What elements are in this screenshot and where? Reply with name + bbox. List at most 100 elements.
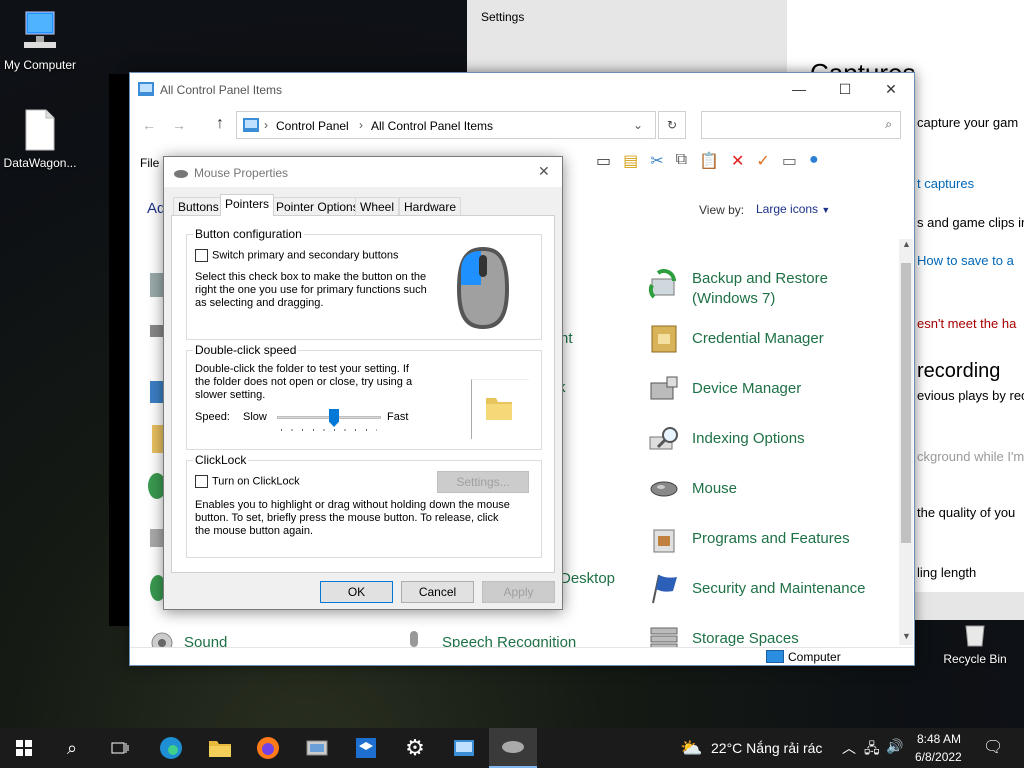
tab-pointer-options[interactable]: Pointer Options	[271, 197, 364, 216]
cp-item-desktop-partial[interactable]: Desktop	[560, 569, 615, 589]
clock-date[interactable]: 6/8/2022	[915, 750, 962, 764]
cp-item-label: Storage Spaces	[692, 630, 799, 647]
control-panel-taskbar-button[interactable]	[440, 728, 488, 768]
notification-icon[interactable]: 🗨	[983, 737, 1003, 757]
settings-title: Settings	[481, 10, 525, 24]
paste-icon[interactable]: 📋	[699, 151, 719, 175]
search-icon: ⌕	[885, 117, 892, 131]
up-button[interactable]: ↑	[216, 115, 224, 133]
slider-thumb[interactable]	[329, 409, 339, 427]
app-icon	[306, 740, 328, 756]
control-panel-icon	[138, 82, 154, 99]
maximize-button[interactable]: ☐	[822, 73, 868, 105]
task-view-button[interactable]	[96, 728, 144, 768]
clicklock-group: ClickLock Turn on ClickLock Settings... …	[186, 453, 542, 558]
security-flag-icon	[648, 573, 680, 605]
settings-button[interactable]: ⚙	[391, 728, 439, 768]
cp-item-security-maintenance[interactable]: Security and Maintenance	[648, 573, 865, 605]
cp-titlebar: All Control Panel Items — ☐ ✕	[130, 73, 914, 105]
breadcrumb-all-items[interactable]: All Control Panel Items	[371, 119, 493, 133]
cp-item-backup-restore[interactable]: Backup and Restore (Windows 7)	[648, 269, 842, 309]
desktop-icon-recycle-bin[interactable]: Recycle Bin	[935, 620, 1015, 666]
ok-button[interactable]: OK	[320, 581, 393, 603]
rename-icon[interactable]: ▭	[782, 151, 797, 175]
cp-item-label: Programs and Features	[692, 530, 850, 547]
network-icon[interactable]: 🖧	[864, 738, 880, 762]
desktop-icon-my-computer[interactable]: My Computer	[0, 10, 80, 72]
copy-icon[interactable]: ⧉	[676, 151, 687, 175]
checkbox-box[interactable]	[195, 249, 208, 262]
cp-item-credential-manager[interactable]: Credential Manager	[648, 323, 824, 355]
chevron-down-icon[interactable]: ⌄	[633, 118, 643, 132]
weather-text[interactable]: 22°C Nắng rải rác	[711, 740, 822, 756]
cut-icon[interactable]: ✂	[650, 151, 663, 175]
close-icon[interactable]: ✕	[538, 163, 550, 180]
view-by-dropdown[interactable]: Large icons ▼	[756, 202, 830, 216]
firefox-button[interactable]	[244, 728, 292, 768]
group-title: Button configuration	[193, 227, 304, 241]
delete-icon[interactable]: ✕	[731, 151, 744, 175]
virtualbox-button[interactable]	[342, 728, 390, 768]
search-input[interactable]: ⌕	[701, 111, 901, 139]
start-button[interactable]	[0, 728, 48, 768]
back-button[interactable]: ←	[142, 117, 156, 133]
cp-item-device-manager[interactable]: Device Manager	[648, 373, 801, 405]
folder-icon	[209, 741, 231, 757]
cp-item-programs-features[interactable]: Programs and Features	[648, 523, 850, 555]
view-by-value: Large icons	[756, 202, 819, 216]
indexing-icon	[648, 423, 680, 455]
edge-button[interactable]	[147, 728, 195, 768]
settings-link[interactable]: t captures	[917, 176, 974, 191]
globe-icon[interactable]: ●	[809, 151, 819, 175]
programs-icon	[648, 523, 680, 555]
minimize-button[interactable]: —	[776, 73, 822, 105]
clicklock-settings-button[interactable]: Settings...	[437, 471, 529, 493]
desktop-icon-label: Recycle Bin	[943, 652, 1007, 666]
cp-item-mouse[interactable]: Mouse	[648, 473, 737, 505]
app-button[interactable]	[293, 728, 341, 768]
scrollbar[interactable]: ▲ ▼	[899, 239, 913, 645]
desktop-icon-datawagon[interactable]: DataWagon...	[0, 108, 80, 170]
weather-icon[interactable]: ⛅	[680, 738, 702, 759]
clicklock-checkbox[interactable]: Turn on ClickLock	[195, 475, 300, 488]
address-bar[interactable]: › Control Panel › All Control Panel Item…	[236, 111, 656, 139]
scroll-down-icon[interactable]: ▼	[902, 631, 911, 641]
tab-hardware[interactable]: Hardware	[399, 197, 462, 216]
volume-icon[interactable]: 🔊	[886, 738, 903, 755]
apply-button[interactable]: Apply	[482, 581, 555, 603]
menu-file[interactable]: File	[140, 156, 159, 170]
folder-icon	[484, 394, 514, 425]
settings-warning: esn't meet the ha	[917, 316, 1017, 331]
clock-time[interactable]: 8:48 AM	[917, 732, 961, 746]
settings-link[interactable]: How to save to a	[917, 253, 1014, 268]
forward-button[interactable]: →	[172, 117, 186, 133]
chevron-down-icon: ▼	[821, 205, 831, 215]
close-button[interactable]: ✕	[868, 73, 914, 105]
tab-pointers[interactable]: Pointers	[220, 194, 275, 216]
slow-label: Slow	[243, 411, 267, 423]
switch-buttons-checkbox[interactable]: Switch primary and secondary buttons	[195, 249, 398, 262]
file-explorer-button[interactable]	[196, 728, 244, 768]
chevron-up-icon[interactable]: ︿	[842, 738, 856, 758]
check-icon[interactable]: ✓	[756, 151, 769, 175]
checkbox-box[interactable]	[195, 475, 208, 488]
view-by-label: View by:	[699, 203, 745, 217]
mouse-properties-taskbar-button[interactable]	[489, 728, 537, 768]
mouse-icon	[502, 741, 524, 753]
layout-icon[interactable]: ▭	[596, 151, 611, 175]
refresh-button[interactable]: ↻	[658, 111, 686, 139]
recycle-bin-icon	[960, 620, 990, 648]
test-folder[interactable]	[471, 379, 529, 439]
properties-icon[interactable]: ▤	[623, 151, 638, 175]
scroll-up-icon[interactable]: ▲	[902, 239, 911, 249]
button-config-description: Select this check box to make the button…	[195, 271, 427, 309]
speed-slider[interactable]	[277, 407, 381, 431]
search-button[interactable]: ⌕	[48, 728, 96, 768]
scroll-thumb[interactable]	[901, 263, 911, 543]
cp-item-indexing-options[interactable]: Indexing Options	[648, 423, 805, 455]
tab-wheel[interactable]: Wheel	[355, 197, 400, 216]
breadcrumb-control-panel[interactable]: Control Panel	[276, 119, 349, 133]
cancel-button[interactable]: Cancel	[401, 581, 474, 603]
settings-line-disabled: ckground while I'm	[917, 449, 1024, 464]
tab-buttons[interactable]: Buttons	[173, 197, 224, 216]
